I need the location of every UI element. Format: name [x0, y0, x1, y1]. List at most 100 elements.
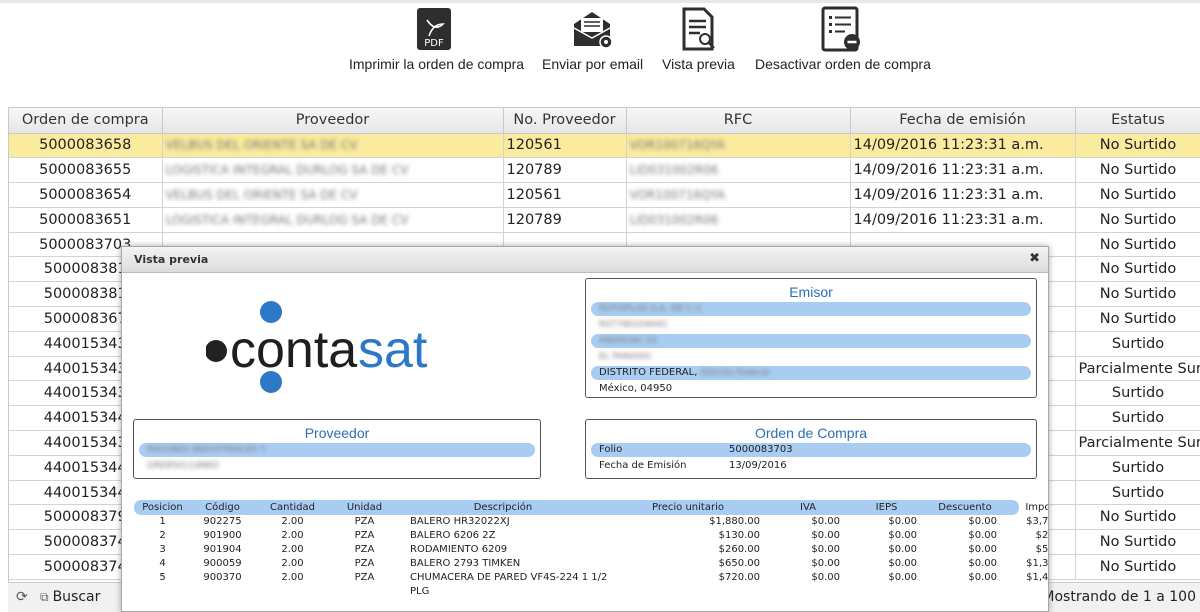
dialog-title: Vista previa — [134, 253, 209, 266]
fecha-emision-value: 13/09/2016 — [729, 460, 787, 471]
cell-estatus: Surtido — [1075, 455, 1200, 481]
refresh-icon[interactable]: ⟳ — [16, 589, 28, 605]
cell-no-proveedor: 120789 — [503, 157, 627, 184]
dialog-titlebar[interactable]: Vista previa ✖ — [122, 247, 1048, 273]
proveedor-title: Proveedor — [304, 425, 370, 441]
svg-text:PDF: PDF — [424, 38, 444, 49]
items-header: Descripción — [473, 502, 533, 513]
item-cell: PZA — [354, 516, 375, 527]
item-cell: $0.00 — [888, 530, 917, 541]
cell-no-proveedor: 120561 — [503, 182, 627, 208]
items-header: Posicion — [142, 502, 183, 513]
item-cell: 2.00 — [281, 572, 304, 583]
send-email-button[interactable]: Enviar por email — [542, 6, 644, 72]
search-button[interactable]: ⧉ Buscar — [40, 589, 100, 605]
item-cell: BALERO 6206 2Z — [410, 530, 496, 541]
emisor-name: ROTOPLAS S.A. DE C.V. — [591, 302, 1031, 316]
cell-proveedor: LOGISTICA INTEGRAL DURLOG SA DE CV — [162, 157, 504, 184]
item-cell: PZA — [354, 530, 375, 541]
fecha-emision-row: Fecha de Emisión 13/09/2016 — [591, 459, 1031, 473]
column-header-estatus[interactable]: Estatus — [1075, 108, 1200, 134]
emisor-city-zip: México, 04950 — [599, 383, 673, 394]
item-cell: PZA — [354, 544, 375, 555]
item-cell: $1,880.00 — [709, 516, 760, 527]
emisor-state: DISTRITO FEDERAL, Distrito Federal — [591, 366, 1031, 380]
items-header: IVA — [800, 502, 816, 513]
document-search-icon — [682, 7, 715, 51]
item-cell: $0.00 — [968, 544, 997, 555]
preview-button[interactable]: Vista previa — [662, 6, 735, 72]
item-cell: $0.00 — [811, 530, 840, 541]
cell-estatus: Surtido — [1075, 480, 1200, 506]
emisor-street: ANAHUAC 01 — [591, 334, 1031, 348]
folio-value: 5000083703 — [729, 444, 793, 455]
preview-dialog: Vista previa ✖ conta sat Emisor ROTOPLAS… — [121, 246, 1049, 612]
table-row[interactable]: 5000083655 LOGISTICA INTEGRAL DURLOG SA D… — [9, 157, 1200, 184]
item-cell: PZA — [354, 558, 375, 569]
cell-proveedor: LOGISTICA INTEGRAL DURLOG SA DE CV — [162, 207, 504, 233]
item-cell: $0.00 — [811, 544, 840, 555]
item-cell: $1,300.00 — [1026, 558, 1049, 569]
item-row: 1 902275 2.00 PZA BALERO HR32022XJ $1,880.00 $… — [134, 515, 1048, 529]
orden-compra-title: Orden de Compra — [754, 425, 868, 441]
emisor-box: Emisor ROTOPLAS S.A. DE C.V. RST780204HI… — [585, 278, 1037, 398]
table-row[interactable]: 5000083651 LOGISTICA INTEGRAL DURLOG SA D… — [9, 207, 1200, 233]
cell-orden: 5000083654 — [9, 182, 163, 208]
preview-label: Vista previa — [662, 56, 735, 72]
item-cell: $130.00 — [718, 530, 760, 541]
item-cell: $0.00 — [811, 516, 840, 527]
column-header-orden[interactable]: Orden de compra — [9, 108, 163, 134]
cell-estatus: Surtido — [1075, 380, 1200, 407]
cell-fecha: 14/09/2016 11:23:31 a.m. — [850, 133, 1076, 159]
item-cell: $260.00 — [718, 544, 760, 555]
deactivate-order-label: Desactivar orden de compra — [755, 56, 931, 72]
item-cell: 5 — [159, 572, 166, 583]
table-row[interactable]: 5000083654 VELBUS DEL ORIENTE SA DE CV 120… — [9, 182, 1200, 208]
items-header: IEPS — [875, 502, 898, 513]
item-cell: 4 — [159, 558, 166, 569]
deactivate-order-button[interactable]: Desactivar orden de compra — [755, 6, 931, 72]
cell-rfc: LID031002R06 — [626, 157, 851, 184]
send-email-label: Enviar por email — [542, 56, 644, 72]
emisor-title: Emisor — [789, 284, 833, 300]
table-header-row: Orden de compra Proveedor No. Proveedor … — [9, 108, 1200, 134]
print-order-button[interactable]: PDF Imprimir la orden de compra — [349, 6, 524, 72]
svg-text:sat: sat — [358, 321, 428, 379]
item-cell: BALERO 2793 TIMKEN — [410, 558, 521, 569]
item-cell: 2.00 — [281, 530, 304, 541]
column-header-fecha[interactable]: Fecha de emisión — [850, 108, 1076, 134]
item-row: 3 901904 2.00 PZA RODAMIENTO 6209 $260.00 $0.0… — [134, 543, 1048, 557]
orden-compra-box: Orden de Compra Folio 5000083703 Fecha d… — [585, 419, 1037, 479]
items-table: Posicion Código Cantidad Unidad Descripc… — [134, 500, 1048, 599]
item-cell: $0.00 — [888, 558, 917, 569]
column-header-no-proveedor[interactable]: No. Proveedor — [503, 108, 627, 134]
folio-label: Folio — [599, 444, 623, 455]
proveedor-box: Proveedor RAGUNDI INDUSTRIALES Y GRE8501… — [133, 419, 541, 479]
cell-estatus: No Surtido — [1075, 133, 1200, 159]
search-icon: ⧉ — [40, 590, 49, 604]
item-cell: $0.00 — [968, 516, 997, 527]
item-cell: $260.00 — [1035, 530, 1049, 541]
item-row: 4 900059 2.00 PZA BALERO 2793 TIMKEN $650.00 $… — [134, 557, 1048, 571]
item-cell: $0.00 — [811, 572, 840, 583]
cell-estatus: No Surtido — [1075, 157, 1200, 184]
item-cell: $1,440.00 — [1026, 572, 1049, 583]
item-cell: 2.00 — [281, 544, 304, 555]
item-cell: RODAMIENTO 6209 — [410, 544, 508, 555]
cell-estatus: No Surtido — [1075, 182, 1200, 208]
items-header-row: Posicion Código Cantidad Unidad Descripc… — [134, 500, 1048, 515]
email-gear-icon — [573, 12, 613, 49]
cell-fecha: 14/09/2016 11:23:31 a.m. — [850, 157, 1076, 184]
cell-estatus: Parcialmente Surt — [1075, 430, 1200, 456]
cell-orden: 5000083658 — [9, 133, 163, 159]
item-cell: $0.00 — [888, 572, 917, 583]
cell-estatus: Surtido — [1075, 331, 1200, 357]
table-row[interactable]: 5000083658 VELBUS DEL ORIENTE SA DE CV 120… — [9, 133, 1200, 159]
close-icon[interactable]: ✖ — [1029, 251, 1040, 266]
cell-no-proveedor: 120561 — [503, 133, 627, 159]
column-header-rfc[interactable]: RFC — [626, 108, 851, 134]
cell-orden: 5000083651 — [9, 207, 163, 233]
cell-fecha: 14/09/2016 11:23:31 a.m. — [850, 207, 1076, 233]
item-row: 2 901900 2.00 PZA BALERO 6206 2Z $130.00 $0.00… — [134, 529, 1048, 543]
column-header-proveedor[interactable]: Proveedor — [162, 108, 504, 134]
